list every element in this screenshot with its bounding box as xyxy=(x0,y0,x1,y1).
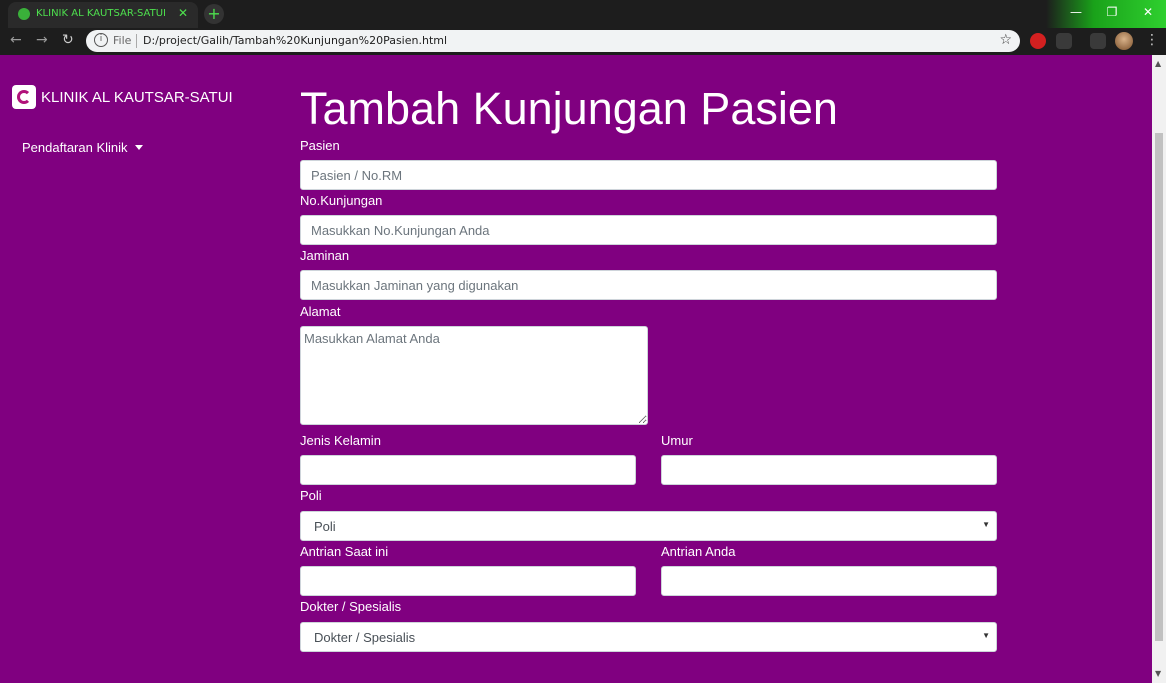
scrollbar-thumb[interactable] xyxy=(1155,133,1163,641)
restore-button[interactable]: ❐ xyxy=(1094,0,1130,24)
bookmark-star-icon[interactable]: ☆ xyxy=(999,32,1012,48)
no-kunjungan-input[interactable] xyxy=(300,215,997,245)
no-kunjungan-label: No.Kunjungan xyxy=(300,193,383,208)
select-arrow-icon: ▼ xyxy=(982,631,990,640)
new-tab-button[interactable]: + xyxy=(204,4,224,24)
tab-close-button[interactable]: ✕ xyxy=(178,6,188,20)
close-window-button[interactable]: ✕ xyxy=(1130,0,1166,24)
playlist-icon[interactable] xyxy=(1090,33,1106,49)
info-icon[interactable]: i xyxy=(94,33,108,47)
dokter-label: Dokter / Spesialis xyxy=(300,599,402,614)
scroll-down-icon[interactable]: ▼ xyxy=(1155,669,1161,678)
url-separator xyxy=(136,34,137,48)
antrian-saat-ini-input[interactable] xyxy=(300,566,636,596)
pasien-input[interactable] xyxy=(300,160,997,190)
dropdown-label: Pendaftaran Klinik xyxy=(22,140,128,155)
clinic-logo-icon xyxy=(12,85,36,109)
poli-selected-value: Poli xyxy=(314,519,336,534)
antrian-anda-label: Antrian Anda xyxy=(661,544,736,559)
menu-dots-icon[interactable]: ⋮ xyxy=(1145,32,1159,48)
back-arrow-icon[interactable]: ← xyxy=(10,32,22,48)
reload-icon[interactable]: ↻ xyxy=(62,32,74,48)
dokter-select[interactable]: Dokter / Spesialis ▼ xyxy=(300,622,997,652)
extension-icon-red[interactable] xyxy=(1030,33,1046,49)
tab-title: KLINIK AL KAUTSAR-SATUI xyxy=(36,8,166,19)
browser-toolbar: ← → ↻ i File D:/project/Galih/Tambah%20K… xyxy=(0,28,1166,55)
umur-label: Umur xyxy=(661,433,693,448)
address-bar[interactable]: i File D:/project/Galih/Tambah%20Kunjung… xyxy=(86,30,1020,52)
antrian-anda-input[interactable] xyxy=(661,566,997,596)
page-title: Tambah Kunjungan Pasien xyxy=(300,83,838,134)
browser-titlebar: KLINIK AL KAUTSAR-SATUI ✕ + — ❐ ✕ xyxy=(0,0,1166,28)
alamat-label: Alamat xyxy=(300,304,341,319)
select-arrow-icon: ▼ xyxy=(982,520,990,529)
browser-tab[interactable]: KLINIK AL KAUTSAR-SATUI ✕ xyxy=(8,2,198,28)
jaminan-label: Jaminan xyxy=(300,248,350,263)
brand-name: KLINIK AL KAUTSAR-SATUI xyxy=(41,88,233,106)
scroll-up-icon[interactable]: ▲ xyxy=(1155,59,1161,68)
vertical-scrollbar[interactable]: ▲ ▼ xyxy=(1152,55,1166,683)
url-scheme: File xyxy=(113,34,132,47)
jaminan-input[interactable] xyxy=(300,270,997,300)
caret-down-icon xyxy=(134,145,143,150)
jenis-kelamin-label: Jenis Kelamin xyxy=(300,433,381,448)
brand-link[interactable]: KLINIK AL KAUTSAR-SATUI xyxy=(12,85,233,109)
forward-arrow-icon[interactable]: → xyxy=(36,32,48,48)
pasien-label: Pasien xyxy=(300,138,340,153)
extension-icon-pdf[interactable] xyxy=(1056,33,1072,49)
poli-select[interactable]: Poli ▼ xyxy=(300,511,997,541)
pendaftaran-klinik-dropdown[interactable]: Pendaftaran Klinik xyxy=(22,140,143,155)
minimize-button[interactable]: — xyxy=(1058,0,1094,24)
poli-label: Poli xyxy=(300,488,322,503)
umur-input[interactable] xyxy=(661,455,997,485)
dokter-selected-value: Dokter / Spesialis xyxy=(314,630,416,645)
alamat-textarea[interactable] xyxy=(300,326,648,425)
profile-avatar[interactable] xyxy=(1115,32,1133,50)
url-text[interactable]: D:/project/Galih/Tambah%20Kunjungan%20Pa… xyxy=(143,34,447,47)
page-content: KLINIK AL KAUTSAR-SATUI Pendaftaran Klin… xyxy=(0,55,1152,683)
antrian-saat-ini-label: Antrian Saat ini xyxy=(300,544,389,559)
globe-icon xyxy=(18,8,30,20)
jenis-kelamin-input[interactable] xyxy=(300,455,636,485)
